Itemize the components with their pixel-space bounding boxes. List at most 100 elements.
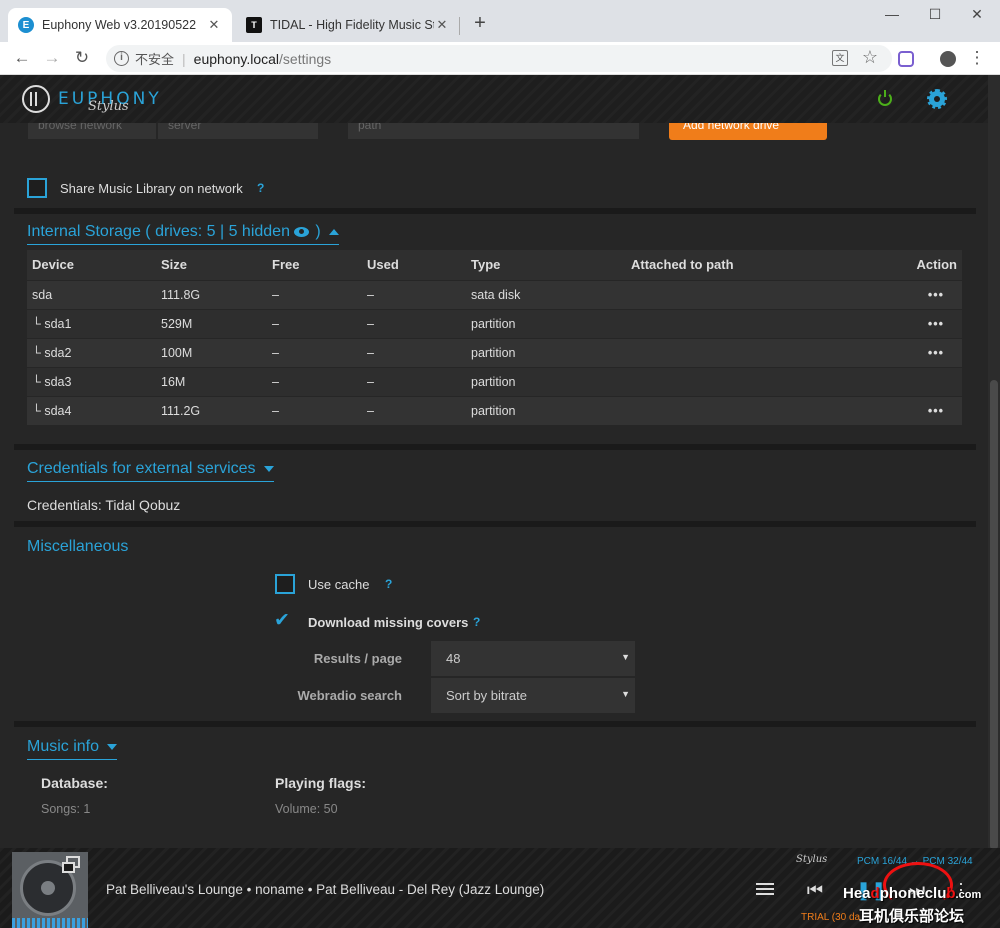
help-icon[interactable]: ?	[385, 577, 392, 591]
credentials-toggle[interactable]: Credentials for external services	[27, 460, 274, 482]
row-action-menu[interactable]: •••	[872, 395, 962, 425]
internal-storage-toggle[interactable]: Internal Storage ( drives: 5 | 5 hidden …	[27, 223, 339, 245]
type-cell: partition	[466, 395, 626, 425]
type-cell: partition	[466, 366, 626, 396]
internal-storage-title-end: )	[310, 223, 321, 240]
section-divider	[14, 208, 976, 214]
results-per-page-label: Results / page	[313, 651, 402, 666]
column-header: Device	[27, 250, 156, 280]
used-cell: –	[362, 308, 466, 338]
gear-icon[interactable]	[927, 89, 947, 109]
close-window-button[interactable]: ✕	[967, 6, 987, 23]
new-tab-button[interactable]: +	[470, 12, 490, 35]
music-info-title: Music info	[27, 738, 100, 755]
size-cell: 16M	[156, 366, 267, 396]
credentials-title: Credentials for external services	[27, 460, 256, 477]
scrollbar-thumb[interactable]	[990, 380, 998, 850]
column-header: Type	[466, 250, 626, 280]
share-library-label: Share Music Library on network	[60, 181, 243, 196]
download-covers-checkbox[interactable]: ✔	[274, 609, 290, 632]
type-cell: partition	[466, 337, 626, 367]
extension-icon[interactable]	[898, 51, 914, 67]
watermark-part: d	[870, 885, 880, 902]
bookmark-star-icon[interactable]: ☆	[862, 47, 878, 68]
webradio-search-label: Webradio search	[297, 688, 402, 703]
column-header: Action	[872, 250, 962, 280]
euphony-logo-icon	[22, 85, 50, 113]
column-header: Used	[362, 250, 466, 280]
tab-tidal[interactable]: T TIDAL - High Fidelity Music St ✕	[236, 8, 460, 42]
music-info-toggle[interactable]: Music info	[27, 738, 118, 760]
table-row: └ sda4 111.2G – – partition •••	[27, 395, 962, 425]
browser-tab-bar: E Euphony Web v3.20190522 ✕ T TIDAL - Hi…	[0, 0, 1000, 42]
use-cache-label: Use cache	[308, 577, 370, 592]
used-cell: –	[362, 337, 466, 367]
section-divider	[14, 444, 976, 450]
add-network-drive-label: Add network drive	[683, 123, 780, 132]
free-cell: –	[267, 337, 362, 367]
drives-table: Device Size Free Used Type Attached to p…	[27, 250, 962, 425]
euphony-favicon-icon: E	[18, 17, 34, 33]
songs-count: Songs: 1	[41, 802, 91, 816]
insecure-label: 不安全	[135, 52, 175, 67]
share-library-checkbox[interactable]	[27, 178, 47, 198]
device-cell: └ sda4	[27, 395, 156, 425]
browser-menu-icon[interactable]: ⋮	[967, 48, 987, 68]
expand-icon[interactable]	[62, 856, 80, 873]
size-cell: 529M	[156, 308, 267, 338]
row-action-menu[interactable]: •••	[872, 279, 962, 309]
forward-button[interactable]: →	[42, 48, 62, 68]
results-per-page-select[interactable]: 48 ▼	[431, 641, 635, 676]
device-cell: └ sda3	[27, 366, 156, 396]
webradio-search-value: Sort by bitrate	[446, 688, 527, 703]
help-icon[interactable]: ?	[473, 615, 480, 629]
webradio-search-select[interactable]: Sort by bitrate ▼	[431, 678, 635, 713]
table-row: sda 111.8G – – sata disk •••	[27, 279, 962, 309]
path-input[interactable]: path	[348, 123, 639, 139]
used-cell: –	[362, 366, 466, 396]
credentials-text: Credentials: Tidal Qobuz	[27, 497, 181, 513]
previous-track-icon[interactable]: ⏮	[804, 880, 826, 901]
type-cell: partition	[466, 308, 626, 338]
power-icon[interactable]	[878, 90, 892, 106]
address-bar[interactable]: i 不安全 | euphony.local/settings 文 ☆	[106, 45, 892, 72]
playing-flags-label: Playing flags:	[275, 775, 367, 791]
server-input[interactable]: server	[158, 123, 318, 139]
profile-avatar-icon[interactable]	[940, 51, 956, 67]
watermark-line1: Headphoneclub.com	[843, 885, 981, 902]
help-icon[interactable]: ?	[257, 181, 264, 195]
free-cell: –	[267, 395, 362, 425]
table-row: └ sda3 16M – – partition	[27, 366, 962, 396]
type-cell: sata disk	[466, 279, 626, 309]
caret-down-icon	[263, 465, 274, 472]
row-action-menu[interactable]: •••	[872, 308, 962, 338]
row-action-menu[interactable]: •••	[872, 337, 962, 367]
minimize-button[interactable]: —	[882, 6, 902, 22]
stylus-logo: Stylus	[796, 854, 828, 865]
network-search-input[interactable]: browse network	[28, 123, 156, 139]
logo-script: Stylus	[88, 99, 129, 114]
close-tab-icon[interactable]: ✕	[206, 17, 222, 33]
vu-meter	[12, 918, 88, 928]
translate-icon[interactable]: 文	[832, 50, 848, 66]
path-cell	[626, 308, 872, 338]
add-network-drive-button[interactable]: Add network drive	[669, 123, 827, 140]
reload-button[interactable]: ↻	[72, 48, 92, 68]
chevron-down-icon: ▼	[621, 689, 630, 699]
back-button[interactable]: ←	[12, 48, 32, 68]
app-header: EUPHONY Stylus	[0, 75, 1000, 123]
trial-badge: TRIAL (30 da	[801, 912, 861, 923]
row-action-menu[interactable]	[872, 366, 962, 396]
size-cell: 100M	[156, 337, 267, 367]
use-cache-checkbox[interactable]	[275, 574, 295, 594]
queue-list-icon[interactable]	[756, 883, 774, 897]
info-icon[interactable]: i	[114, 51, 129, 66]
url-host: euphony.local	[193, 50, 280, 67]
close-tab-icon[interactable]: ✕	[434, 17, 450, 33]
watermark-part: phoneclu	[879, 885, 947, 902]
table-row: └ sda1 529M – – partition •••	[27, 308, 962, 338]
tab-euphony[interactable]: E Euphony Web v3.20190522 ✕	[8, 8, 232, 42]
maximize-button[interactable]: ☐	[925, 6, 945, 23]
url-path: /settings	[279, 50, 332, 67]
eye-icon[interactable]	[293, 226, 309, 237]
